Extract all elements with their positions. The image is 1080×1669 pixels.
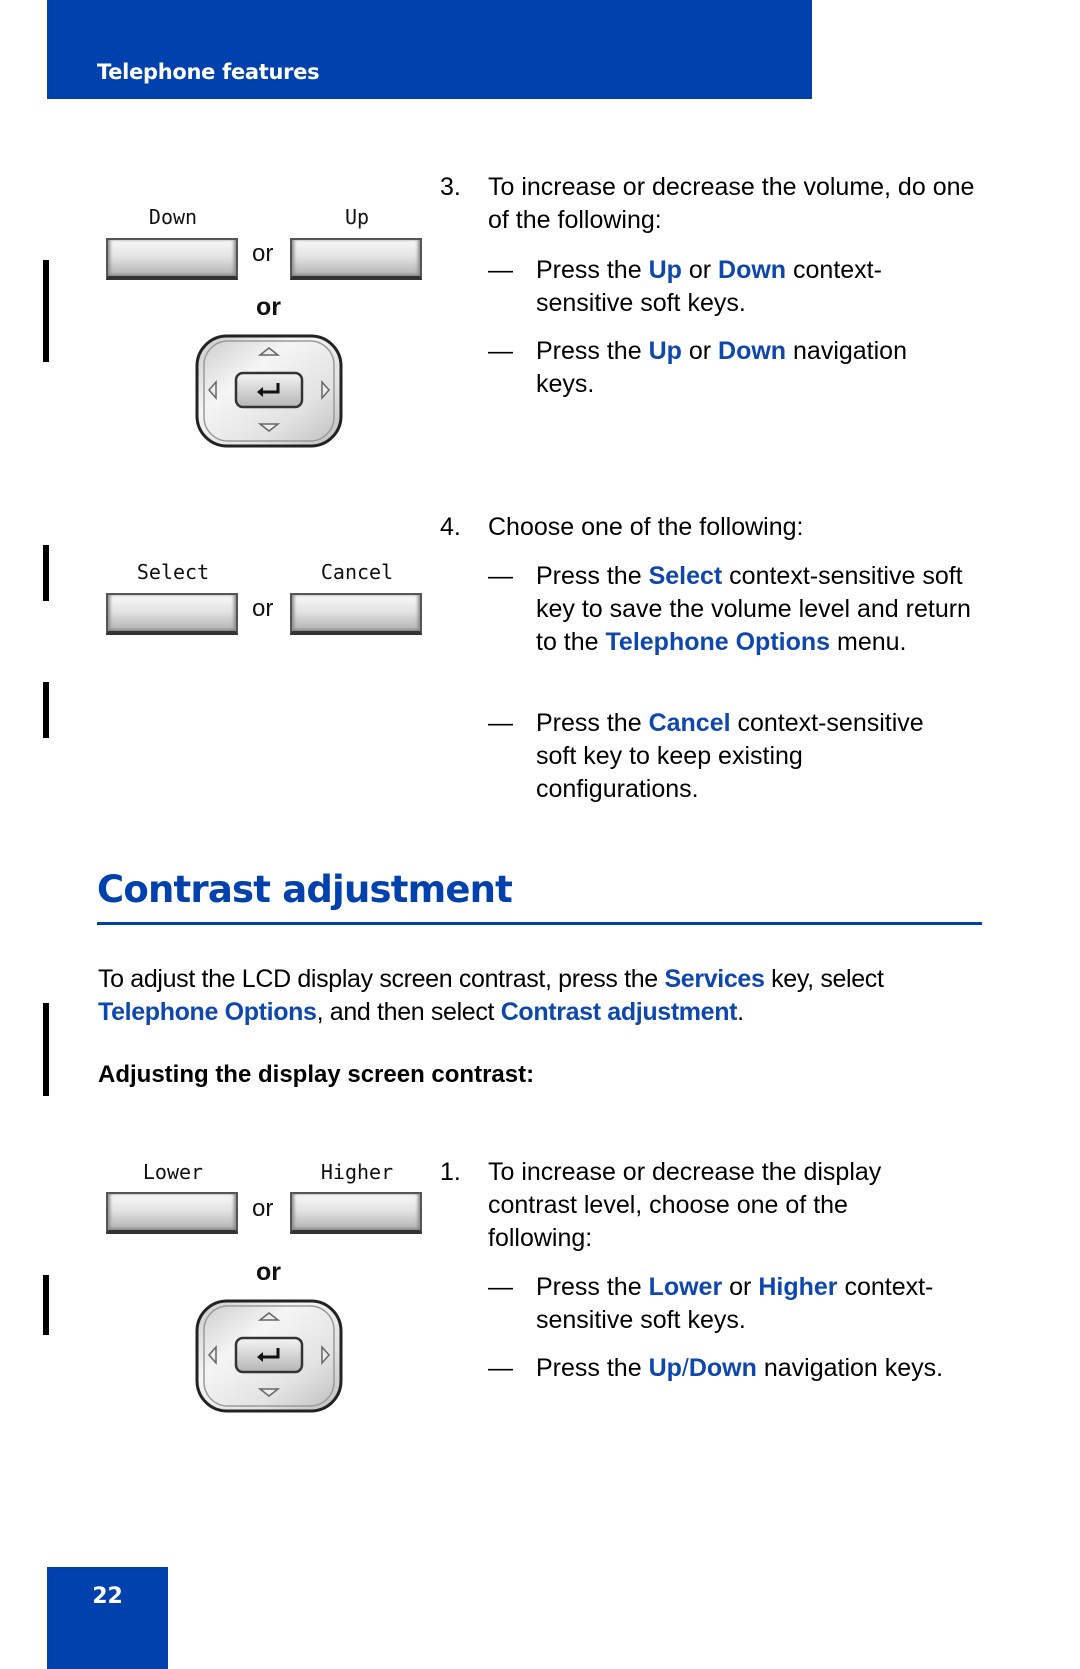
softkey-label-higher: Higher [320,1160,394,1184]
option-text: Press the Lower or Higher context-sensit… [536,1273,934,1334]
softkey-label-lower: Lower [142,1160,204,1184]
change-bar [43,545,49,601]
highlight-down: Down [688,1354,757,1382]
dash: — [488,562,513,590]
option-text: Press the Select context-sensitive soft … [536,562,971,656]
dash: — [488,709,513,737]
step-text: To increase or decrease the display cont… [488,1158,882,1252]
or-label-bold: or [256,293,281,321]
dash: — [488,1273,513,1301]
highlight-up: Up [648,1354,682,1382]
dash: — [488,1354,513,1382]
dash: — [488,337,513,365]
navigation-keypad-icon[interactable] [194,333,344,449]
or-label-bold: or [256,1258,281,1286]
highlight-services: Services [664,965,765,993]
page-number-box: 22 [47,1567,168,1669]
softkey-label-cancel: Cancel [320,560,394,584]
header-title: Telephone features [97,60,320,84]
or-label: or [252,1195,274,1222]
higher-softkey[interactable] [290,1192,422,1234]
softkey-label-up: Up [344,205,370,229]
select-softkey[interactable] [106,593,238,635]
up-softkey[interactable] [290,238,422,280]
highlight-select: Select [648,562,723,590]
option-text: Press the Up/Down navigation keys. [536,1354,944,1382]
highlight-down: Down [718,337,787,365]
softkey-label-down: Down [148,205,198,229]
dash: — [488,256,513,284]
section-title: Contrast adjustment [97,868,513,911]
step-text: Choose one of the following: [488,513,804,541]
step-number: 1. [440,1158,461,1186]
highlight-contrast-adjustment: Contrast adjustment [500,998,738,1026]
contrast-intro: To adjust the LCD display screen contras… [98,965,884,1026]
procedure-title: Adjusting the display screen contrast: [98,1061,535,1088]
enter-return-icon[interactable] [234,1336,304,1374]
highlight-lower: Lower [648,1273,723,1301]
step-text: To increase or decrease the volume, do o… [488,173,975,234]
step-number: 4. [440,513,461,541]
down-softkey[interactable] [106,238,238,280]
or-label: or [252,595,274,622]
option-text: Press the Cancel context-sensitive soft … [536,709,924,803]
header-band: Telephone features [47,0,812,99]
section-divider [97,922,982,925]
highlight-up: Up [648,256,682,284]
highlight-higher: Higher [758,1273,838,1301]
option-text: Press the Up or Down navigation keys. [536,337,907,398]
highlight-down: Down [718,256,787,284]
navigation-keypad-icon[interactable] [194,1298,344,1414]
cancel-softkey[interactable] [290,593,422,635]
change-bar [43,1003,49,1096]
lower-softkey[interactable] [106,1192,238,1234]
page-number: 22 [92,1584,123,1609]
softkey-label-select: Select [136,560,210,584]
step-number: 3. [440,173,461,201]
change-bar [43,1275,49,1335]
highlight-telephone-options: Telephone Options [605,628,831,656]
or-label: or [252,240,274,267]
highlight-telephone-options: Telephone Options [98,998,317,1026]
option-text: Press the Up or Down context-sensitive s… [536,256,882,317]
highlight-cancel: Cancel [648,709,731,737]
enter-return-icon[interactable] [234,371,304,409]
change-bar [43,682,49,738]
highlight-up: Up [648,337,682,365]
change-bar [43,260,49,362]
